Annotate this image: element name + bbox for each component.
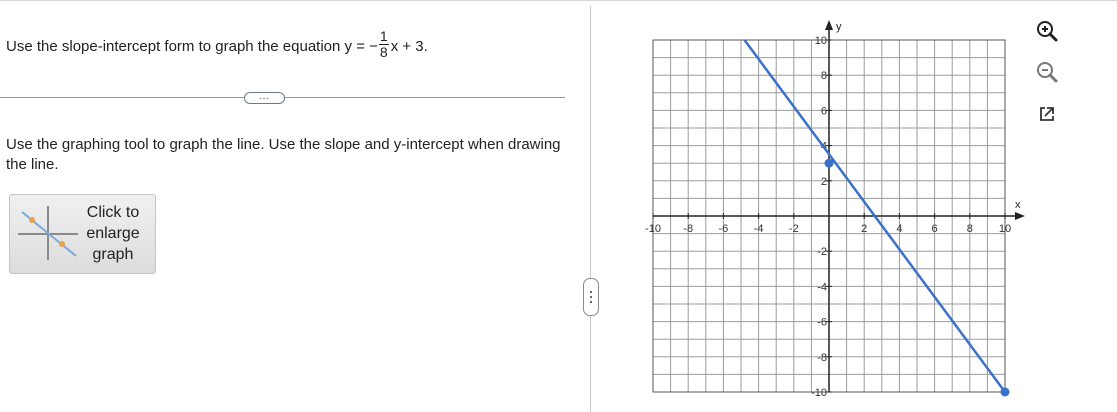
- y-tick-label: 6: [821, 105, 827, 117]
- x-tick-label: -10: [645, 223, 661, 235]
- coordinate-graph[interactable]: xy-10-8-6-4-2246810108642-2-4-6-8-10: [640, 14, 1040, 406]
- x-axis-label: x: [1015, 199, 1021, 211]
- fraction-numerator: 1: [378, 28, 389, 45]
- x-tick-label: 6: [932, 223, 938, 235]
- enlarge-graph-button[interactable]: Click to enlarge graph: [9, 194, 156, 274]
- x-tick-label: -4: [754, 223, 764, 235]
- y-tick-label: 10: [815, 35, 827, 47]
- y-axis-arrow: [825, 20, 833, 30]
- x-tick-label: 10: [999, 223, 1011, 235]
- y-tick-label: -2: [817, 246, 827, 258]
- popout-icon: [1040, 107, 1054, 121]
- y-tick-label: -8: [817, 352, 827, 364]
- y-tick-label: 2: [821, 176, 827, 188]
- instruction-text: Use the graphing tool to graph the line.…: [6, 136, 561, 173]
- y-tick-label: 8: [821, 70, 827, 82]
- slope-fraction: 1 8: [378, 28, 389, 60]
- panel-splitter: [590, 6, 591, 412]
- x-tick-label: 8: [967, 223, 973, 235]
- enlarge-label-line3: graph: [92, 246, 134, 263]
- question-prefix: Use the slope-intercept form to graph th…: [6, 38, 378, 55]
- x-tick-label: 4: [896, 223, 902, 235]
- y-tick-label: -10: [811, 387, 827, 399]
- x-axis-arrow: [1015, 212, 1025, 220]
- y-axis-label: y: [836, 21, 842, 33]
- splitter-handle[interactable]: [583, 278, 599, 316]
- zoom-out-icon: [1037, 62, 1058, 83]
- x-tick-label: 2: [861, 223, 867, 235]
- zoom-in-icon: [1037, 21, 1058, 42]
- zoom-in-button[interactable]: [1032, 16, 1062, 46]
- zoom-out-button[interactable]: [1032, 57, 1062, 87]
- enlarge-label: Click to enlarge graph: [80, 202, 146, 265]
- plotted-point: [1000, 387, 1010, 397]
- question-suffix: x + 3.: [390, 38, 428, 55]
- enlarge-label-line2: enlarge: [86, 225, 140, 242]
- x-tick-label: -8: [683, 223, 693, 235]
- enlarge-label-line1: Click to: [86, 204, 140, 221]
- show-more-button[interactable]: …: [244, 92, 285, 104]
- fraction-denominator: 8: [379, 44, 388, 60]
- popout-button[interactable]: [1032, 99, 1062, 129]
- y-tick-label: -4: [817, 281, 827, 293]
- x-tick-label: -2: [789, 223, 799, 235]
- x-tick-label: -6: [719, 223, 729, 235]
- y-tick-label: -6: [817, 317, 827, 329]
- top-border: [0, 0, 1117, 1]
- plotted-point: [824, 158, 834, 168]
- graph-thumbnail-icon: [18, 206, 78, 260]
- question-text: Use the slope-intercept form to graph th…: [6, 28, 428, 62]
